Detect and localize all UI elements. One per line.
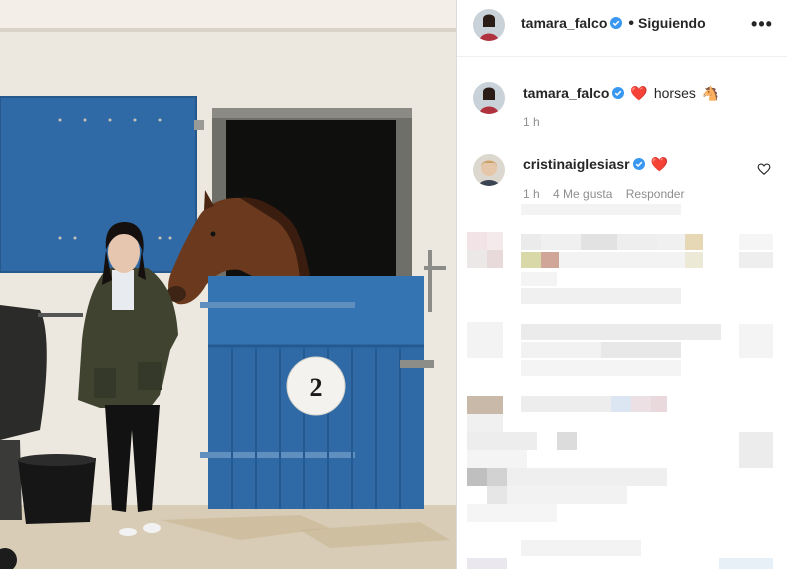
caption-author[interactable]: tamara_falco — [523, 85, 609, 101]
separator-dot: • — [628, 15, 634, 32]
heart-emoji: ❤️ — [630, 85, 648, 101]
blue-shutter — [0, 97, 196, 272]
comment-avatar[interactable] — [473, 154, 505, 186]
verified-badge-icon — [632, 158, 645, 170]
horse-emoji: 🐴 — [701, 85, 720, 101]
post-image[interactable]: 2 — [0, 0, 456, 569]
following-button[interactable]: Siguiendo — [638, 15, 706, 31]
post-header: tamara_falco • Siguiendo ••• — [457, 0, 787, 57]
comment-meta: 1 h 4 Me gusta Responder — [523, 187, 694, 201]
author-username[interactable]: tamara_falco — [521, 15, 607, 31]
caption-avatar[interactable] — [473, 82, 505, 114]
comment-likes[interactable]: 4 Me gusta — [553, 187, 612, 201]
avatar[interactable] — [473, 9, 505, 41]
more-options-icon[interactable]: ••• — [750, 14, 774, 38]
caption-time[interactable]: 1 h — [523, 115, 540, 129]
comment-time[interactable]: 1 h — [523, 187, 540, 201]
reply-button[interactable]: Responder — [626, 187, 685, 201]
stable-scene: 2 — [0, 0, 456, 569]
comment-author[interactable]: cristinaiglesiasr — [523, 156, 630, 172]
pixelated-comments-area — [457, 200, 787, 569]
caption-text: horses — [653, 85, 696, 101]
verified-badge-icon — [610, 17, 623, 29]
comment-heart-emoji: ❤️ — [650, 156, 669, 172]
stall-number: 2 — [310, 373, 323, 402]
bucket — [18, 458, 96, 524]
post-sidebar: tamara_falco • Siguiendo ••• tamara_falco ❤… — [456, 0, 787, 569]
like-comment-heart-icon[interactable] — [757, 162, 771, 176]
verified-badge-icon — [612, 87, 625, 99]
